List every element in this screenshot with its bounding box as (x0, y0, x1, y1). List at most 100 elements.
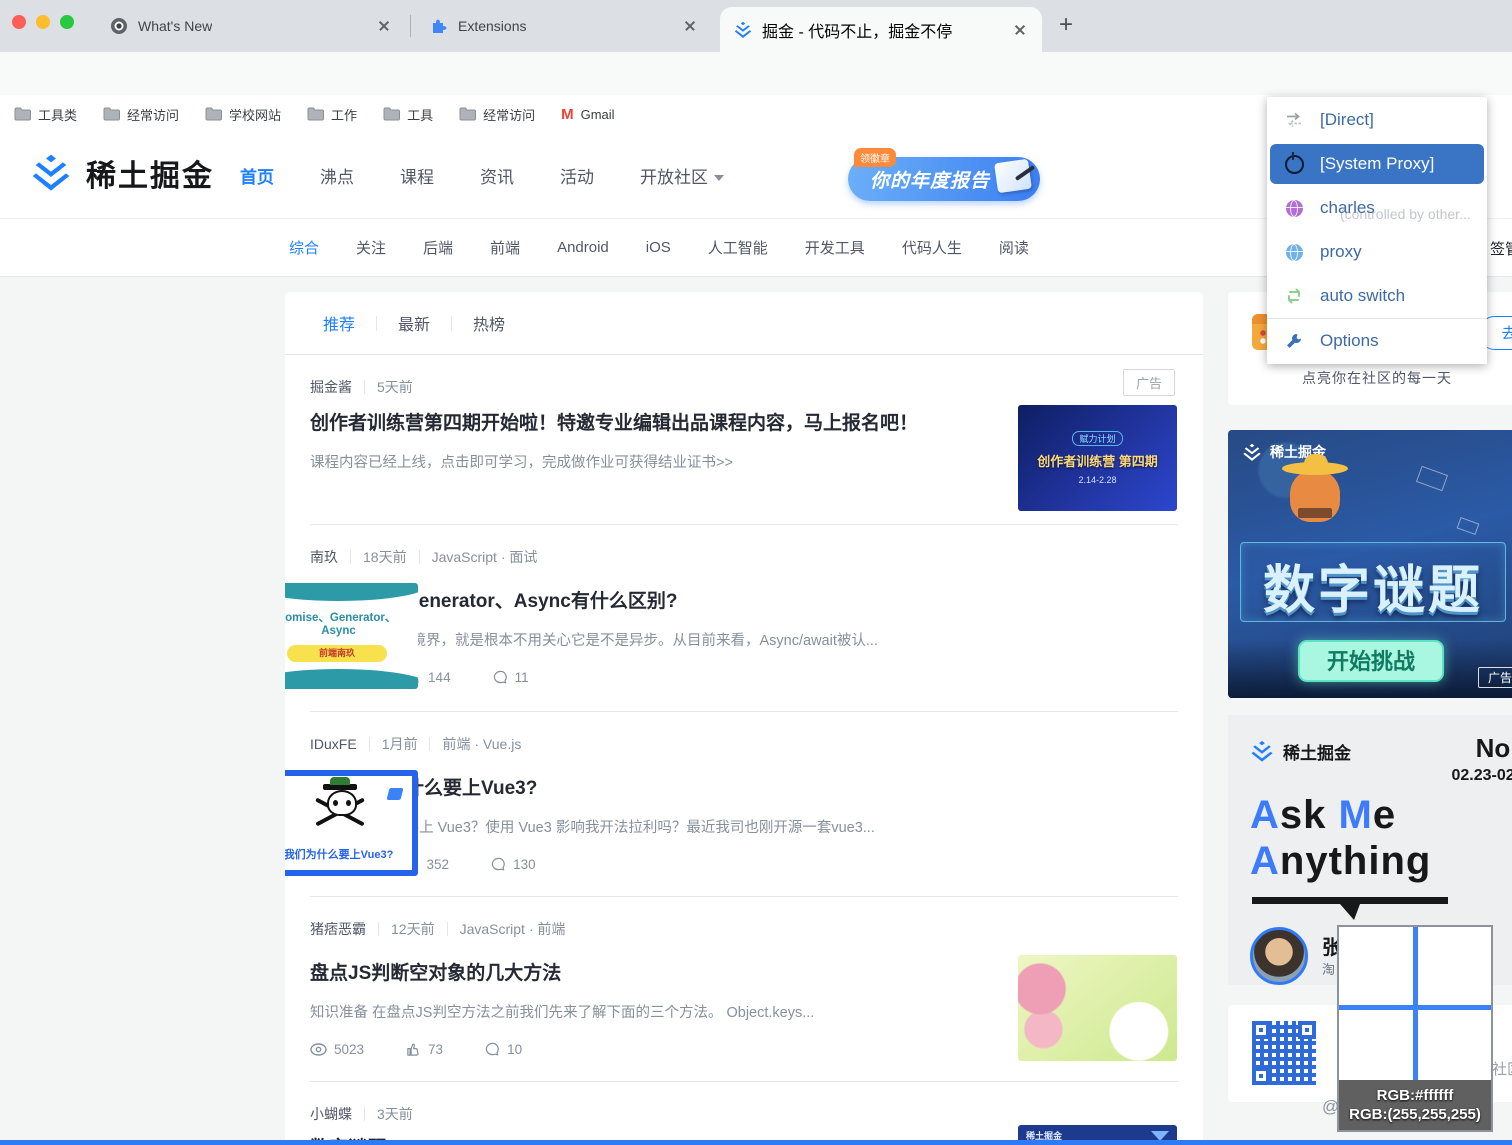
color-picker-magnifier: RGB:#ffffff RGB:(255,255,255) (1337, 925, 1493, 1132)
article-tags[interactable]: JavaScript · 前端 (460, 919, 566, 939)
repeat-icon (1284, 286, 1304, 306)
article-thumbnail[interactable] (1018, 955, 1177, 1061)
menu-item-proxy[interactable]: proxy (1267, 230, 1487, 274)
article-row[interactable]: IDuxFE 1月前 前端 · Vue.js 浅析我们为什么要上Vue3? ✨ … (285, 712, 1203, 897)
category-backend[interactable]: 后端 (423, 237, 453, 258)
folder-icon (307, 107, 325, 121)
bookmark-label: 工作 (331, 107, 358, 123)
eye-icon (310, 1043, 327, 1056)
bookmark-folder[interactable]: 工具类 (14, 105, 77, 124)
menu-item-direct[interactable]: [Direct] (1267, 98, 1487, 142)
zoom-window-button[interactable] (60, 15, 74, 29)
nav-open-community[interactable]: 开放社区 (640, 163, 724, 188)
bookmark-folder[interactable]: 工作 (307, 105, 357, 124)
article-thumbnail[interactable]: romise、Generator、 Async 前端南玖 (285, 583, 418, 689)
minimize-window-button[interactable] (36, 15, 50, 29)
article-tags[interactable]: 前端 · Vue.js (442, 734, 521, 754)
bookmark-gmail[interactable]: M Gmail (561, 106, 614, 123)
nav-pins[interactable]: 沸点 (320, 163, 354, 188)
article-thumbnail[interactable]: 我们为什么要上Vue3? (285, 770, 418, 876)
tab-close-icon[interactable] (1012, 22, 1028, 38)
screenshot-selection-line (0, 1140, 1512, 1145)
article-thumbnail[interactable]: 赋力计划 创作者训练营 第四期 2.14-2.28 (1018, 405, 1177, 511)
annual-report-badge: 领徽章 (854, 148, 896, 167)
article-row[interactable]: 猪痞恶霸 12天前 JavaScript · 前端 盘点JS判断空对象的几大方法… (285, 897, 1203, 1082)
menu-item-options[interactable]: Options (1267, 319, 1487, 363)
feed-tab-latest[interactable]: 最新 (398, 311, 430, 335)
chevron-down-icon (714, 175, 724, 181)
wrench-icon (1284, 331, 1304, 351)
article-tags[interactable]: JavaScript · 面试 (432, 547, 538, 567)
nav-courses[interactable]: 课程 (400, 163, 434, 188)
thumb-text: 赋力计划 (1072, 431, 1123, 446)
speaker-avatar[interactable] (1250, 927, 1308, 985)
category-ai[interactable]: 人工智能 (708, 237, 768, 258)
bookmark-folder[interactable]: 学校网站 (205, 105, 281, 124)
menu-item-system-proxy-selected[interactable]: [System Proxy] (1270, 144, 1484, 184)
folder-icon (205, 107, 223, 121)
ad-tag: 广告 (1477, 667, 1512, 688)
category-ios[interactable]: iOS (646, 239, 671, 256)
article-excerpt: 课程内容已经上线，点击即可学习，完成做作业可获得结业证书>> (310, 455, 733, 471)
category-android[interactable]: Android (557, 239, 609, 256)
watermark-fragment: 社区 (1492, 1061, 1512, 1078)
comments-stat[interactable]: 11 (493, 670, 529, 685)
menu-item-auto-switch[interactable]: auto switch (1267, 274, 1487, 318)
bookmark-folder[interactable]: 经常访问 (459, 105, 535, 124)
ama-brand: 稀土掘金 (1250, 739, 1351, 764)
article-author[interactable]: 小蝴蝶 (310, 1104, 352, 1124)
article-author[interactable]: 猪痞恶霸 (310, 919, 366, 939)
bookmark-folder[interactable]: 经常访问 (103, 105, 179, 124)
thumb-text: 2.14-2.28 (1078, 475, 1117, 485)
nav-events[interactable]: 活动 (560, 163, 594, 188)
category-frontend[interactable]: 前端 (490, 237, 520, 258)
article-row[interactable]: 南玖 18天前 JavaScript · 面试 Promise、Generato… (285, 525, 1203, 712)
comments-stat[interactable]: 130 (491, 857, 536, 872)
comments-stat[interactable]: 10 (485, 1042, 522, 1057)
article-author[interactable]: IDuxFE (310, 736, 357, 752)
browser-toolbar: juejin.cn (0, 52, 1512, 144)
category-following[interactable]: 关注 (356, 237, 386, 258)
nav-news[interactable]: 资讯 (480, 163, 514, 188)
tab-whats-new[interactable]: What's New (96, 0, 406, 52)
category-devtools[interactable]: 开发工具 (805, 237, 865, 258)
article-author[interactable]: 南玖 (310, 547, 338, 567)
nav-home[interactable]: 首页 (240, 163, 274, 188)
thumb-badge: 前端南玖 (287, 645, 387, 662)
tab-juejin-active[interactable]: 掘金 - 代码不止，掘金不停 (720, 7, 1042, 52)
puzzle-ad-banner[interactable]: 稀土掘金 数字谜题 开始挑战 广告 (1228, 430, 1512, 698)
chrome-icon (111, 18, 127, 34)
tag-manage-partial[interactable]: 签管 (1490, 238, 1512, 259)
site-logo[interactable]: 稀土掘金 (30, 151, 214, 195)
tab-close-icon[interactable] (682, 18, 698, 34)
ad-badge: 广告 (1122, 369, 1175, 396)
bookmark-label: Gmail (580, 106, 615, 122)
juejin-icon (734, 21, 752, 38)
bookmark-folder[interactable]: 工具 (383, 105, 433, 124)
tab-close-icon[interactable] (376, 18, 392, 34)
article-title[interactable]: 创作者训练营第四期开始啦！特邀专业编辑出品课程内容，马上报名吧！ (310, 408, 1000, 435)
category-all[interactable]: 综合 (289, 237, 319, 258)
thumb-text: 创作者训练营 第四期 (1037, 454, 1158, 469)
folder-icon (103, 107, 121, 121)
start-challenge-button[interactable]: 开始挑战 (1298, 640, 1444, 682)
feed-tab-recommended[interactable]: 推荐 (323, 311, 355, 335)
annual-report-banner[interactable]: 领徽章 你的年度报告 (848, 148, 1040, 201)
tab-extensions[interactable]: Extensions (416, 0, 712, 52)
article-row[interactable]: 掘金酱 5天前 广告 创作者训练营第四期开始啦！特邀专业编辑出品课程内容，马上报… (285, 355, 1203, 525)
article-title[interactable]: 盘点JS判断空对象的几大方法 (310, 958, 1000, 985)
category-career[interactable]: 代码人生 (902, 237, 962, 258)
category-reading[interactable]: 阅读 (999, 237, 1029, 258)
article-row[interactable]: 小蝴蝶 3天前 数字谜题 稀土掘金 (285, 1082, 1203, 1145)
article-author[interactable]: 掘金酱 (310, 377, 352, 397)
new-tab-button[interactable]: + (1052, 12, 1080, 40)
feed-tab-hot[interactable]: 热榜 (473, 311, 505, 335)
juejin-logo-icon (32, 154, 70, 191)
bookmark-label: 经常访问 (483, 107, 536, 123)
article-meta: 小蝴蝶 3天前 (310, 1104, 413, 1124)
site-logo-text: 稀土掘金 (86, 160, 214, 193)
menu-item-label: proxy (1320, 242, 1362, 261)
proxy-extension-menu: [Direct] [System Proxy] charles proxy au… (1267, 97, 1487, 364)
likes-stat[interactable]: 73 (406, 1042, 443, 1057)
close-window-button[interactable] (12, 15, 26, 29)
